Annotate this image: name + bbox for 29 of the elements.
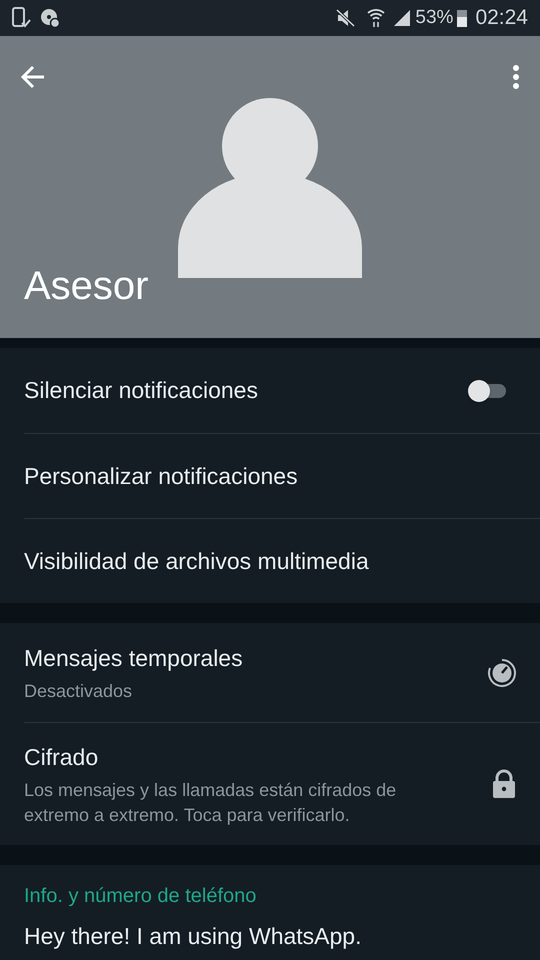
row-label: Visibilidad de archivos multimedia — [24, 546, 369, 576]
row-subtitle: Los mensajes y las llamadas están cifrados de extremo a extremo. Toca para verificarlo. — [24, 779, 398, 828]
row-title: Cifrado — [24, 742, 100, 772]
settings-row[interactable]: Mensajes temporales Desactivados — [0, 623, 540, 722]
wifi-icon — [367, 8, 386, 28]
row-subtitle: Desactivados — [24, 680, 134, 704]
toggle-switch[interactable] — [468, 380, 506, 402]
timer-icon — [488, 658, 516, 686]
row-label: Personalizar notificaciones — [24, 462, 298, 491]
about-text: Hey there! I am using WhatsApp. — [24, 922, 362, 951]
mute-icon — [335, 9, 356, 27]
battery-icon — [457, 9, 468, 27]
phone-check-icon — [12, 7, 32, 29]
contact-name: Asesor — [23, 263, 150, 310]
back-arrow-icon[interactable] — [20, 64, 46, 90]
lock-icon — [492, 769, 516, 799]
row-title: Mensajes temporales — [24, 644, 243, 673]
clock: 02:24 — [475, 5, 528, 32]
settings-row[interactable]: Personalizar notificaciones — [24, 433, 540, 518]
row-label: Silenciar notificaciones — [24, 376, 258, 406]
battery-percentage: 53% — [415, 6, 454, 30]
section-heading: Info. y número de teléfono — [24, 884, 258, 909]
disc-download-icon — [40, 8, 60, 28]
signal-icon — [393, 9, 412, 27]
settings-row[interactable]: Visibilidad de archivos multimedia — [24, 518, 540, 603]
settings-row[interactable]: Silenciar notificaciones — [0, 348, 540, 433]
more-options-icon[interactable] — [512, 64, 520, 90]
settings-row[interactable]: Cifrado Los mensajes y las llamadas están cifrados de extremo a extremo. Toca para verificarlo. — [24, 722, 540, 845]
avatar-silhouette-icon — [178, 98, 362, 278]
